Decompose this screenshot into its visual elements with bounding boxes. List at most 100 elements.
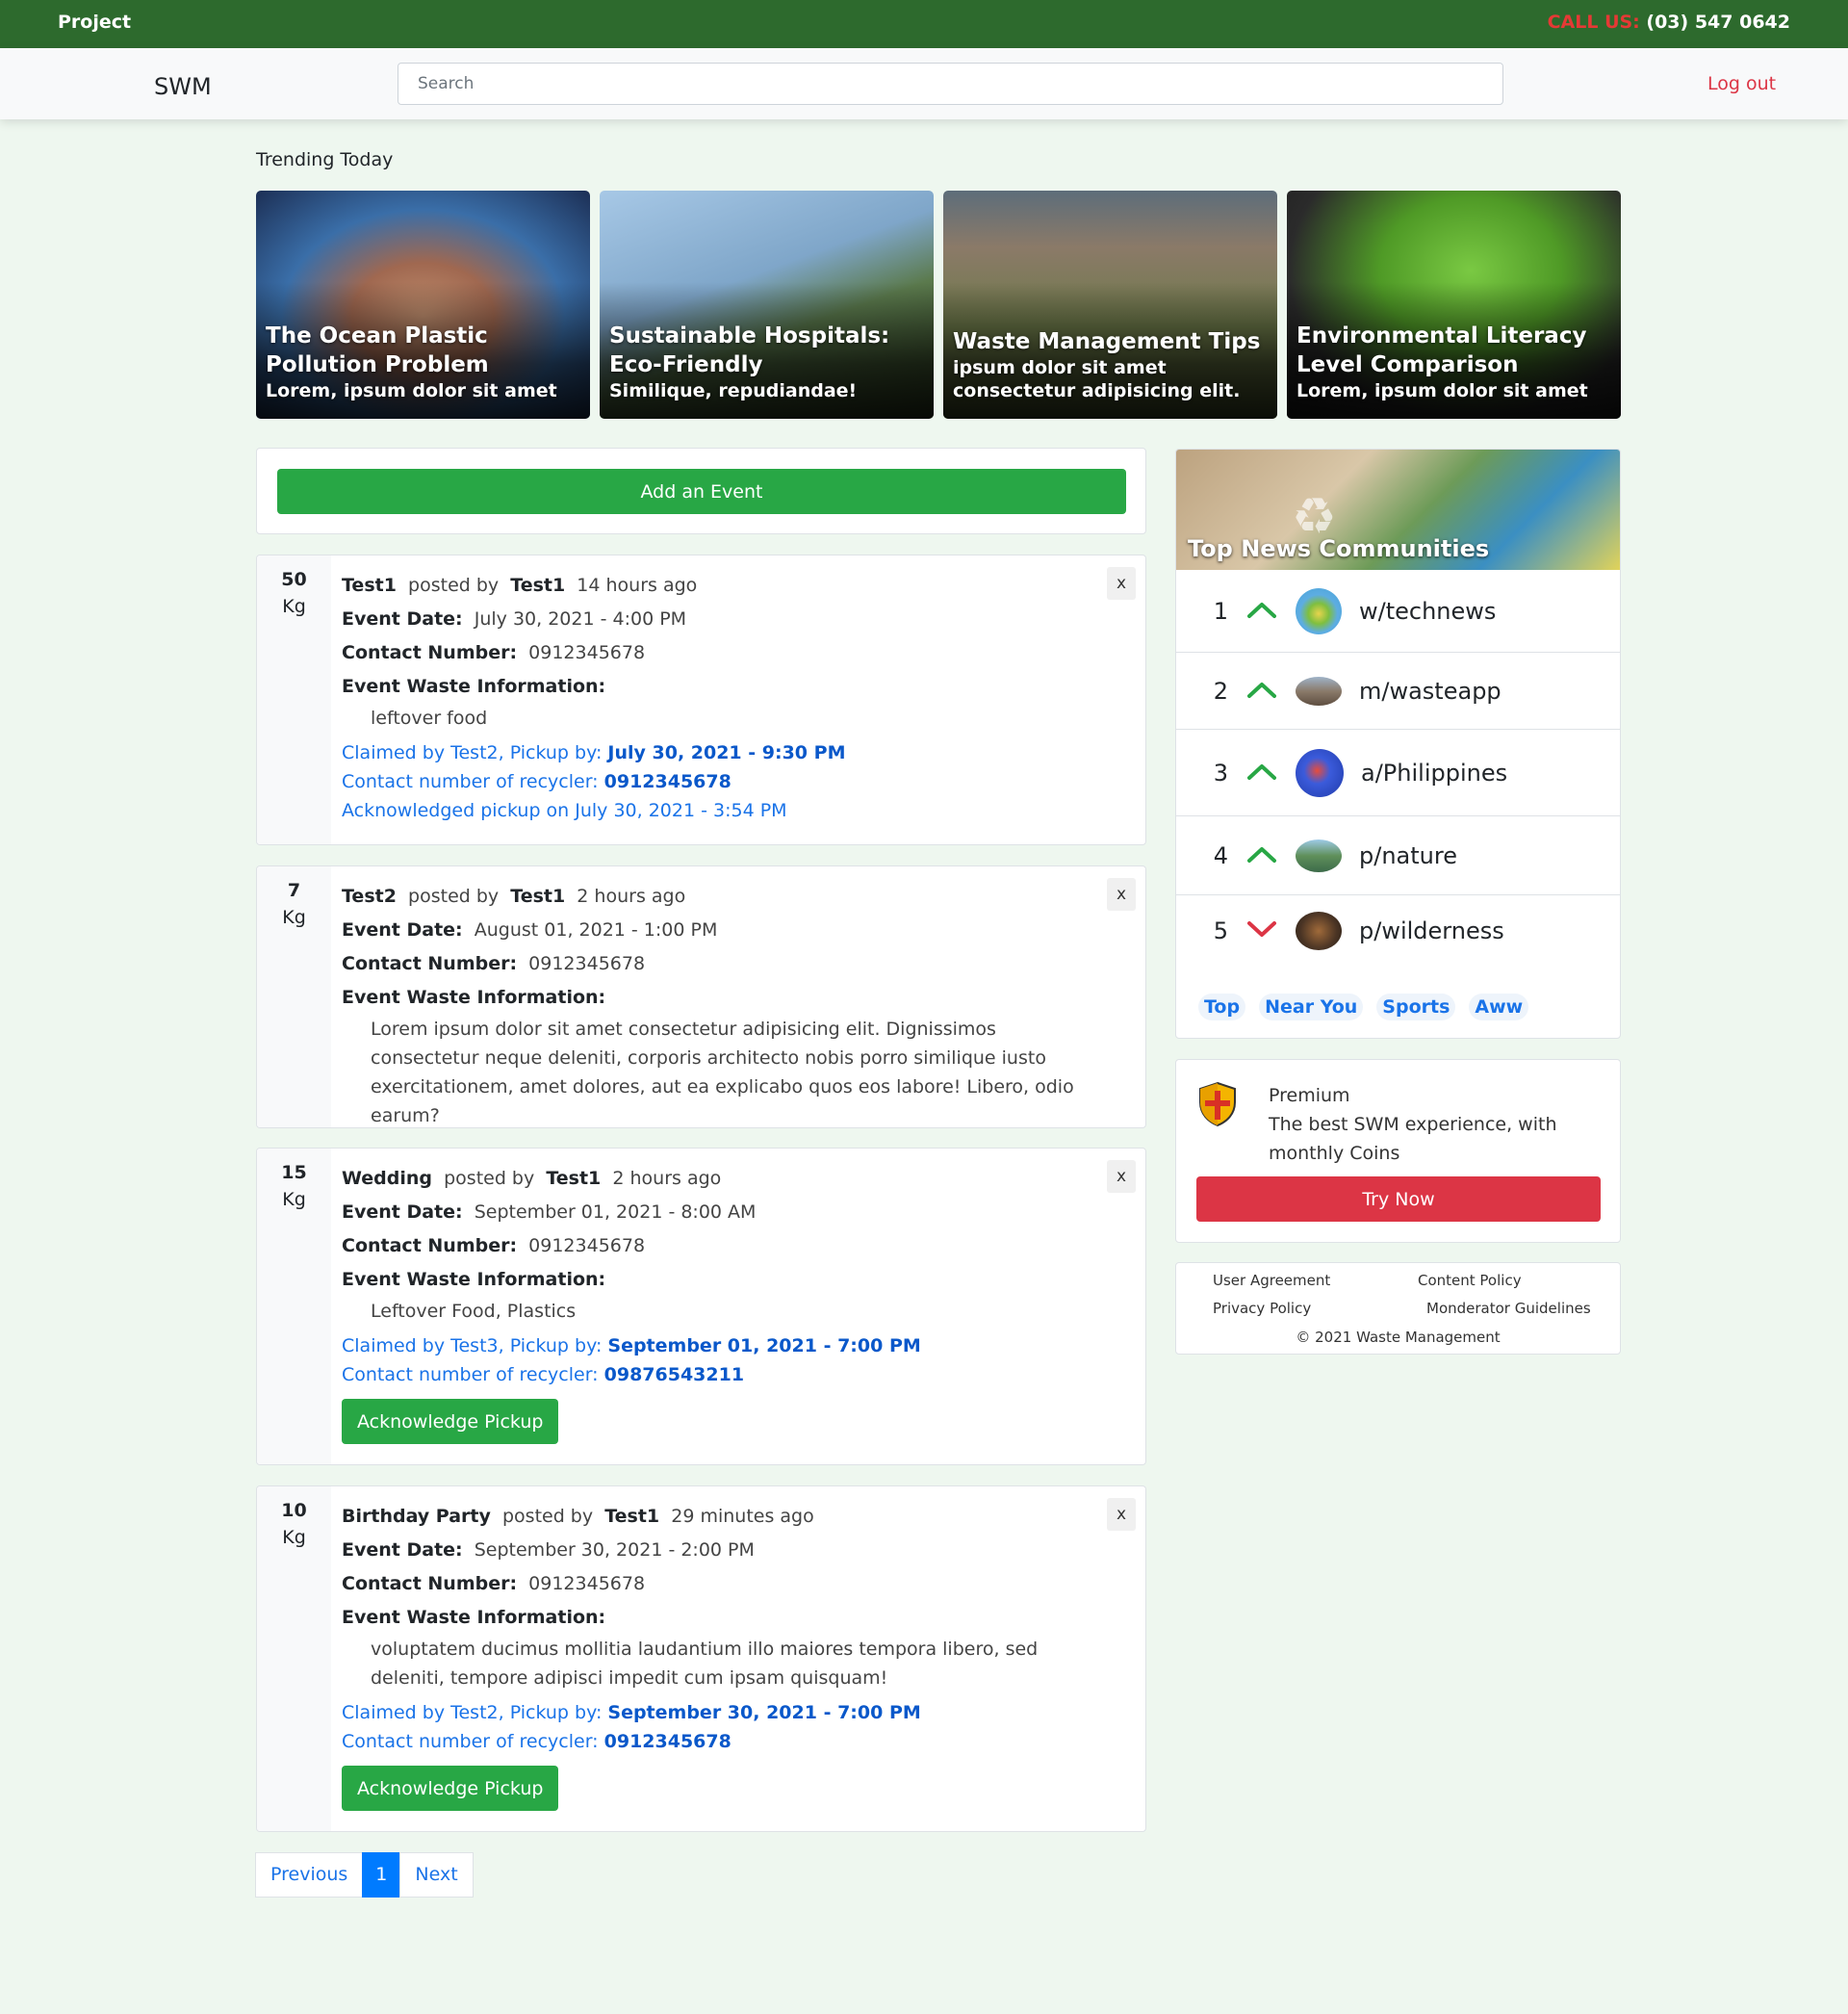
call-us: CALL US: (03) 547 0642 (1548, 12, 1790, 33)
recycler-label: Contact number of recycler: (342, 1364, 599, 1385)
event-date-value: August 01, 2021 - 1:00 PM (474, 919, 718, 941)
post-header: Test1 posted by Test1 14 hours ago (342, 569, 1088, 603)
posted-by-label: posted by (501, 1506, 594, 1527)
card-title: Sustainable Hospitals: Eco-Friendly (609, 323, 890, 377)
claimed-text: Claimed by Test2, Pickup by: (342, 742, 603, 763)
waste-info-label: Event Waste Information: (342, 1607, 606, 1628)
tag-top[interactable]: Top (1198, 994, 1246, 1020)
arrow-down-icon (1228, 919, 1296, 942)
community-rank: 2 (1213, 677, 1228, 705)
communities-title: Top News Communities (1188, 535, 1490, 562)
next-page-link[interactable]: Next (399, 1852, 474, 1898)
event-date-value: September 01, 2021 - 8:00 AM (474, 1201, 757, 1223)
post-time: 2 hours ago (577, 886, 686, 907)
recycler-label: Contact number of recycler: (342, 1731, 599, 1752)
community-name[interactable]: a/Philippines (1361, 760, 1507, 787)
navbar: SWM Log out (0, 48, 1848, 119)
add-event-button[interactable]: Add an Event (277, 469, 1126, 514)
post-title[interactable]: Test1 (342, 575, 397, 596)
previous-page-link[interactable]: Previous (255, 1852, 364, 1898)
community-name[interactable]: p/wilderness (1359, 917, 1504, 944)
contact-value: 0912345678 (528, 1235, 646, 1256)
pagination: Previous 1 Next (255, 1852, 474, 1898)
top-communities-panel: ♻ Top News Communities 1 w/technews 2 m/… (1175, 449, 1621, 1039)
contact-row: Contact Number: 0912345678 (342, 636, 1088, 670)
community-avatar (1296, 912, 1342, 950)
close-button[interactable]: x (1107, 878, 1136, 911)
site-logo[interactable]: SWM (154, 73, 212, 100)
premium-panel: Premium The best SWM experience, with mo… (1175, 1059, 1621, 1243)
top-bar: Project CALL US: (03) 547 0642 (0, 0, 1848, 48)
trending-card[interactable]: The Ocean Plastic Pollution Problem Lore… (256, 191, 590, 419)
post-body: Test2 posted by Test1 2 hours ago Event … (342, 880, 1088, 1127)
event-date-label: Event Date: (342, 919, 463, 941)
arrow-up-icon (1228, 680, 1296, 703)
logout-link[interactable]: Log out (1707, 73, 1776, 94)
card-text: Environmental Literacy Level Comparison … (1296, 322, 1611, 402)
weight-column: 10 Kg (257, 1486, 331, 1831)
claimed-text: Claimed by Test2, Pickup by: (342, 1702, 603, 1723)
weight-column: 15 Kg (257, 1149, 331, 1464)
trending-card[interactable]: Environmental Literacy Level Comparison … (1287, 191, 1621, 419)
tag-sports[interactable]: Sports (1376, 994, 1456, 1020)
post-title[interactable]: Birthday Party (342, 1506, 491, 1527)
post-body: Test1 posted by Test1 14 hours ago Event… (342, 569, 1088, 825)
recycler-row: Contact number of recycler: 09876543211 (342, 1360, 1088, 1389)
posted-by-label: posted by (408, 886, 500, 907)
acknowledge-pickup-button[interactable]: Acknowledge Pickup (342, 1766, 559, 1811)
event-date-row: Event Date: August 01, 2021 - 1:00 PM (342, 914, 1088, 947)
acknowledge-pickup-button[interactable]: Acknowledge Pickup (342, 1399, 559, 1444)
privacy-policy-link[interactable]: Privacy Policy (1213, 1300, 1311, 1317)
card-text: The Ocean Plastic Pollution Problem Lore… (266, 322, 580, 402)
post-title[interactable]: Test2 (342, 886, 397, 907)
waste-info-text: Lorem ipsum dolor sit amet consectetur a… (371, 1019, 1074, 1126)
search-input[interactable] (398, 63, 1503, 105)
community-row[interactable]: 4 p/nature (1176, 816, 1620, 895)
tag-aww[interactable]: Aww (1469, 994, 1529, 1020)
close-button[interactable]: x (1107, 567, 1136, 600)
claimed-row: Claimed by Test3, Pickup by: September 0… (342, 1331, 1088, 1360)
waste-info-text: Leftover Food, Plastics (371, 1301, 577, 1322)
community-rank: 3 (1213, 759, 1228, 787)
event-date-label: Event Date: (342, 1539, 463, 1561)
community-row[interactable]: 5 p/wilderness (1176, 895, 1620, 967)
community-row[interactable]: 2 m/wasteapp (1176, 653, 1620, 730)
brand-link[interactable]: Project (58, 12, 131, 33)
trending-card[interactable]: Sustainable Hospitals: Eco-Friendly Simi… (600, 191, 934, 419)
post-header: Test2 posted by Test1 2 hours ago (342, 880, 1088, 914)
community-name[interactable]: m/wasteapp (1359, 678, 1502, 705)
post-author[interactable]: Test1 (604, 1506, 659, 1527)
event-date-row: Event Date: September 01, 2021 - 8:00 AM (342, 1196, 1088, 1229)
close-button[interactable]: x (1107, 1160, 1136, 1193)
community-row[interactable]: 1 w/technews (1176, 570, 1620, 653)
waste-info-text: voluptatem ducimus mollitia laudantium i… (371, 1639, 1039, 1689)
community-name[interactable]: w/technews (1359, 598, 1496, 625)
waste-info-label: Event Waste Information: (342, 1269, 606, 1290)
posted-by-label: posted by (444, 1168, 535, 1189)
waste-info-label: Event Waste Information: (342, 987, 606, 1008)
pickup-date: July 30, 2021 - 9:30 PM (607, 742, 846, 763)
arrow-up-icon (1228, 600, 1296, 623)
contact-label: Contact Number: (342, 1573, 518, 1594)
community-name[interactable]: p/nature (1359, 842, 1457, 869)
try-now-button[interactable]: Try Now (1196, 1176, 1601, 1222)
moderator-guidelines-link[interactable]: Monderator Guidelines (1426, 1300, 1591, 1317)
community-row[interactable]: 3 a/Philippines (1176, 730, 1620, 816)
post-body: Birthday Party posted by Test1 29 minute… (342, 1500, 1088, 1811)
page-link-current[interactable]: 1 (362, 1852, 401, 1898)
community-rank: 5 (1213, 917, 1228, 944)
card-title: The Ocean Plastic Pollution Problem (266, 323, 489, 377)
post-author[interactable]: Test1 (510, 886, 565, 907)
post-title[interactable]: Wedding (342, 1168, 432, 1189)
post-author[interactable]: Test1 (546, 1168, 601, 1189)
card-title: Environmental Literacy Level Comparison (1296, 323, 1587, 377)
close-button[interactable]: x (1107, 1498, 1136, 1531)
trending-card[interactable]: Waste Management Tips ipsum dolor sit am… (943, 191, 1277, 419)
community-avatar (1296, 748, 1344, 797)
user-agreement-link[interactable]: User Agreement (1213, 1272, 1330, 1289)
content-policy-link[interactable]: Content Policy (1418, 1272, 1522, 1289)
event-date-row: Event Date: September 30, 2021 - 2:00 PM (342, 1534, 1088, 1567)
pickup-date: September 30, 2021 - 7:00 PM (607, 1702, 921, 1723)
tag-near-you[interactable]: Near You (1259, 994, 1364, 1020)
post-author[interactable]: Test1 (510, 575, 565, 596)
